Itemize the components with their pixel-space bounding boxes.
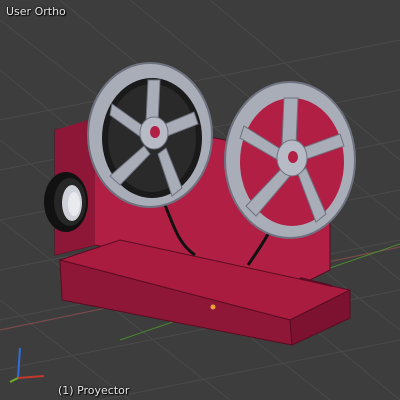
3d-viewport[interactable]: User Ortho (1) Proyector (0, 0, 400, 400)
view-name-label: User Ortho (6, 5, 66, 18)
object-origin (210, 304, 216, 310)
left-reel (87, 62, 213, 208)
right-reel (224, 81, 356, 239)
active-object-label: (1) Proyector (58, 384, 130, 397)
axis-orientation-icon (9, 347, 45, 383)
lens (44, 172, 88, 232)
projector-model[interactable] (0, 0, 400, 400)
